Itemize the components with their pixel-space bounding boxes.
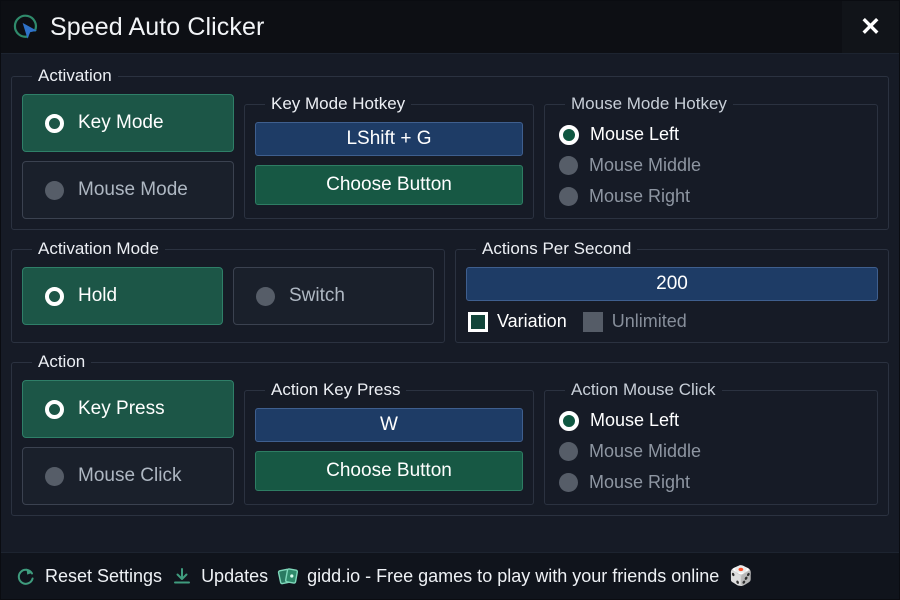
key-mode-hotkey-group: Key Mode Hotkey LShift + G Choose Button <box>244 94 534 219</box>
action-key-press-label: Key Press <box>78 398 165 419</box>
activation-mode-buttons: Key Mode Mouse Mode <box>22 94 234 219</box>
mouse-mode-hotkey-middle[interactable]: Mouse Middle <box>559 155 867 176</box>
mouse-mode-hotkey-right-label: Mouse Right <box>589 186 691 206</box>
cards-icon <box>277 565 299 587</box>
speed-auto-clicker-window: Speed Auto Clicker ✕ Activation Key Mode… <box>0 0 900 600</box>
radio-selected-icon <box>45 113 64 133</box>
updates-button[interactable]: Updates <box>171 565 268 587</box>
actions-per-second-input[interactable]: 200 <box>466 267 878 301</box>
activation-key-mode-option[interactable]: Key Mode <box>22 94 234 152</box>
action-mouse-click-group: Action Mouse Click Mouse Left Mouse Midd… <box>544 380 878 505</box>
mouse-mode-hotkey-left-label: Mouse Left <box>590 124 680 144</box>
activation-mouse-mode-label: Mouse Mode <box>78 179 188 200</box>
settings-content: Activation Key Mode Mouse Mode Key Mode … <box>1 54 899 552</box>
action-legend: Action <box>38 352 86 371</box>
action-mouse-click-right-label: Mouse Right <box>589 472 691 492</box>
unlimited-checkbox-item[interactable]: Unlimited <box>582 311 687 332</box>
action-mouse-click-right[interactable]: Mouse Right <box>559 472 867 493</box>
activation-mode-hold-label: Hold <box>78 285 118 306</box>
activation-mode-legend: Activation Mode <box>38 239 159 258</box>
action-key-press-value[interactable]: W <box>255 408 523 442</box>
action-mouse-click-middle-label: Mouse Middle <box>589 441 702 461</box>
activation-mode-switch-label: Switch <box>289 285 345 306</box>
window-title: Speed Auto Clicker <box>50 12 265 41</box>
updates-label: Updates <box>201 565 269 586</box>
close-icon: ✕ <box>860 12 881 41</box>
action-mode-buttons: Key Press Mouse Click <box>22 380 234 505</box>
action-mouse-click-middle[interactable]: Mouse Middle <box>559 441 867 462</box>
reset-settings-button[interactable]: Reset Settings <box>15 565 162 587</box>
radio-unselected-icon <box>256 286 275 306</box>
action-mouse-click-legend: Action Mouse Click <box>571 380 716 399</box>
mouse-mode-hotkey-right[interactable]: Mouse Right <box>559 186 867 207</box>
radio-unselected-icon <box>559 187 578 206</box>
action-key-choose-button[interactable]: Choose Button <box>255 451 523 491</box>
action-mouse-click-left-label: Mouse Left <box>590 410 680 430</box>
refresh-icon <box>15 565 37 587</box>
radio-unselected-icon <box>559 156 578 175</box>
cursor-arc-logo-icon <box>11 12 41 42</box>
activation-legend: Activation <box>38 66 112 85</box>
die-icon: 🎲 <box>729 565 753 587</box>
mouse-mode-hotkey-legend: Mouse Mode Hotkey <box>571 94 727 113</box>
action-key-press-group: Action Key Press W Choose Button <box>244 380 534 505</box>
radio-selected-icon <box>559 124 579 145</box>
activation-mouse-mode-option[interactable]: Mouse Mode <box>22 161 234 219</box>
actions-per-second-group: Actions Per Second 200 Variation Unlimit… <box>455 239 889 343</box>
mode-and-speed-row: Activation Mode Hold Switch Actions Per … <box>11 239 889 343</box>
key-mode-hotkey-legend: Key Mode Hotkey <box>271 94 406 113</box>
action-mouse-click-label: Mouse Click <box>78 465 182 486</box>
promo-label: gidd.io - Free games to play with your f… <box>307 565 720 586</box>
action-mouse-click-option[interactable]: Mouse Click <box>22 447 234 505</box>
close-button[interactable]: ✕ <box>842 1 899 53</box>
checkbox-icon <box>582 311 603 332</box>
mouse-mode-hotkey-middle-label: Mouse Middle <box>589 155 702 175</box>
actions-per-second-legend: Actions Per Second <box>482 239 632 258</box>
activation-key-mode-label: Key Mode <box>78 112 164 133</box>
activation-mode-switch-option[interactable]: Switch <box>233 267 434 325</box>
activation-mode-group: Activation Mode Hold Switch <box>11 239 445 343</box>
radio-unselected-icon <box>45 180 64 200</box>
variation-label: Variation <box>497 311 567 331</box>
unlimited-label: Unlimited <box>611 311 687 331</box>
statusbar: Reset Settings Updates gidd.io - Free ga… <box>1 552 899 599</box>
action-key-press-legend: Action Key Press <box>271 380 401 399</box>
download-icon <box>171 565 193 587</box>
promo-link[interactable]: gidd.io - Free games to play with your f… <box>277 565 753 587</box>
radio-selected-icon <box>45 286 64 306</box>
checkbox-icon <box>468 311 488 332</box>
radio-unselected-icon <box>559 442 578 461</box>
radio-selected-icon <box>559 410 579 431</box>
activation-mode-hold-option[interactable]: Hold <box>22 267 223 325</box>
mouse-mode-hotkey-left[interactable]: Mouse Left <box>559 124 867 145</box>
activation-group: Activation Key Mode Mouse Mode Key Mode … <box>11 66 889 230</box>
action-mouse-click-left[interactable]: Mouse Left <box>559 410 867 431</box>
key-mode-choose-button[interactable]: Choose Button <box>255 165 523 205</box>
titlebar: Speed Auto Clicker ✕ <box>1 1 899 54</box>
radio-unselected-icon <box>559 473 578 492</box>
reset-settings-label: Reset Settings <box>45 565 163 586</box>
mouse-mode-hotkey-group: Mouse Mode Hotkey Mouse Left Mouse Middl… <box>544 94 878 219</box>
action-key-press-option[interactable]: Key Press <box>22 380 234 438</box>
radio-unselected-icon <box>45 466 64 486</box>
action-group: Action Key Press Mouse Click Action Key … <box>11 352 889 516</box>
variation-checkbox-item[interactable]: Variation <box>468 311 567 332</box>
key-mode-hotkey-value[interactable]: LShift + G <box>255 122 523 156</box>
radio-selected-icon <box>45 399 64 419</box>
